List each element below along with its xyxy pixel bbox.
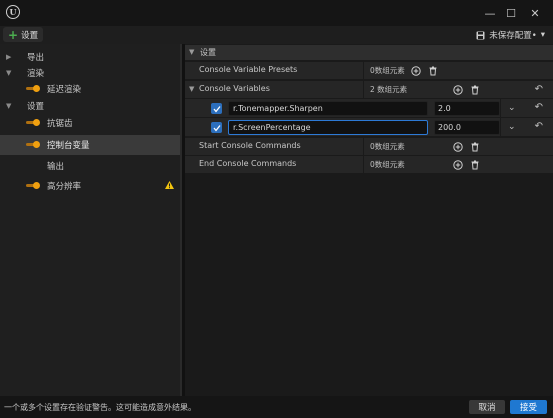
reset-to-default-icon[interactable]: ↶: [535, 121, 543, 132]
chevron-down-icon: ▾: [540, 30, 545, 40]
cvar-value-input[interactable]: 2.0: [434, 101, 500, 116]
details-panel: ▼ 设置 Console Variable Presets 0数组元素 ▼ Co…: [185, 44, 553, 396]
add-element-icon[interactable]: [453, 85, 463, 95]
array-count: 2 数组元素: [370, 85, 408, 94]
array-count: 0数组元素: [370, 66, 405, 75]
collapse-arrow-icon[interactable]: ▼: [189, 48, 194, 56]
property-name: Start Console Commands: [199, 141, 301, 150]
collapse-arrow-icon[interactable]: ▼: [6, 102, 11, 110]
reset-to-default-icon[interactable]: ↶: [535, 102, 543, 113]
cvar-enabled-checkbox[interactable]: [211, 122, 222, 133]
toggle-switch-icon[interactable]: [26, 182, 40, 190]
add-element-icon[interactable]: [453, 160, 463, 170]
cvar-name-input[interactable]: r.Tonemapper.Sharpen: [228, 101, 428, 116]
property-name: Console Variable Presets: [199, 65, 298, 74]
add-element-icon[interactable]: [453, 142, 463, 152]
toggle-switch-icon[interactable]: [26, 141, 40, 149]
tree-item-label: 输出: [47, 161, 65, 172]
unreal-logo-icon: U: [6, 5, 20, 19]
tree-item-label: 控制台变量: [47, 141, 90, 151]
property-row-start-commands: Start Console Commands 0数组元素: [185, 138, 553, 156]
warning-icon: [165, 181, 174, 189]
trash-icon[interactable]: [470, 85, 480, 95]
property-row-cvar-presets: Console Variable Presets 0数组元素: [185, 62, 553, 80]
chevron-down-icon[interactable]: ⌄: [508, 103, 516, 113]
add-setting-button[interactable]: + 设置: [3, 27, 44, 42]
toggle-switch-icon[interactable]: [26, 119, 40, 127]
property-name: Console Variables: [199, 84, 270, 93]
accept-button[interactable]: 接受: [510, 400, 547, 414]
section-header-settings[interactable]: ▼ 设置: [185, 45, 553, 61]
trash-icon[interactable]: [470, 160, 480, 170]
tree-item-output[interactable]: 输出: [0, 157, 180, 174]
tree-item-high-resolution[interactable]: 高分辨率: [0, 177, 180, 194]
property-name: End Console Commands: [199, 159, 297, 168]
unsaved-config-dropdown[interactable]: 未保存配置• ▾: [476, 29, 545, 41]
chevron-down-icon[interactable]: ⌄: [508, 122, 516, 132]
cvar-element-row: r.ScreenPercentage 200.0 ⌄ ↶: [185, 118, 553, 137]
status-bar: 一个或多个设置存在验证警告。这可能造成意外结果。 取消 接受: [0, 396, 553, 418]
property-row-console-variables: ▼ Console Variables 2 数组元素 ↶: [185, 81, 553, 99]
section-title: 设置: [200, 48, 216, 57]
tree-item-label: 高分辨率: [47, 181, 82, 192]
add-setting-label: 设置: [21, 30, 39, 41]
collapse-arrow-icon[interactable]: ▼: [6, 69, 11, 77]
tree-item-render[interactable]: ▼ 渲染: [0, 64, 180, 81]
tree-item-label: 导出: [27, 52, 45, 63]
trash-icon[interactable]: [428, 66, 438, 76]
cvar-value-input[interactable]: 200.0: [434, 120, 500, 135]
collapse-arrow-icon[interactable]: ▼: [189, 85, 194, 93]
minimize-button[interactable]: —: [483, 6, 497, 20]
tree-item-settings[interactable]: ▼ 设置: [0, 97, 180, 114]
toolbar: + 设置 未保存配置• ▾: [0, 26, 553, 44]
checkmark-icon: [212, 105, 221, 113]
close-button[interactable]: ✕: [528, 6, 542, 20]
plus-icon: +: [8, 27, 19, 42]
toggle-switch-icon[interactable]: [26, 85, 40, 93]
expand-arrow-icon[interactable]: ▶: [6, 53, 11, 61]
cancel-button[interactable]: 取消: [469, 400, 505, 414]
validation-warning-message: 一个或多个设置存在验证警告。这可能造成意外结果。: [4, 403, 196, 412]
array-count: 0数组元素: [370, 160, 405, 169]
cvar-enabled-checkbox[interactable]: [211, 103, 222, 114]
tree-item-label: 渲染: [27, 68, 45, 79]
tree-item-export[interactable]: ▶ 导出: [0, 48, 180, 65]
array-count: 0数组元素: [370, 142, 405, 151]
cvar-element-row: r.Tonemapper.Sharpen 2.0 ⌄ ↶: [185, 99, 553, 118]
tree-item-label: 设置: [27, 101, 45, 112]
reset-to-default-icon[interactable]: ↶: [535, 84, 543, 95]
trash-icon[interactable]: [470, 142, 480, 152]
checkmark-icon: [212, 124, 221, 132]
unsaved-config-label: 未保存配置•: [489, 31, 537, 41]
maximize-button[interactable]: ☐: [504, 6, 518, 20]
tree-item-antialiasing[interactable]: 抗锯齿: [0, 114, 180, 131]
title-bar: U — ☐ ✕: [0, 0, 553, 26]
tree-item-label: 延迟渲染: [47, 84, 82, 95]
save-disk-icon: [476, 31, 485, 39]
cvar-name-input[interactable]: r.ScreenPercentage: [228, 120, 428, 135]
tree-item-label: 抗锯齿: [47, 118, 73, 129]
tree-item-console-variables[interactable]: 控制台变量: [0, 135, 180, 155]
settings-tree: ▶ 导出 ▼ 渲染 延迟渲染 ▼ 设置 抗锯齿 控制台变量 输出 高分辨率: [0, 44, 182, 396]
tree-item-deferred-render[interactable]: 延迟渲染: [0, 80, 180, 97]
property-row-end-commands: End Console Commands 0数组元素: [185, 156, 553, 174]
add-element-icon[interactable]: [411, 66, 421, 76]
